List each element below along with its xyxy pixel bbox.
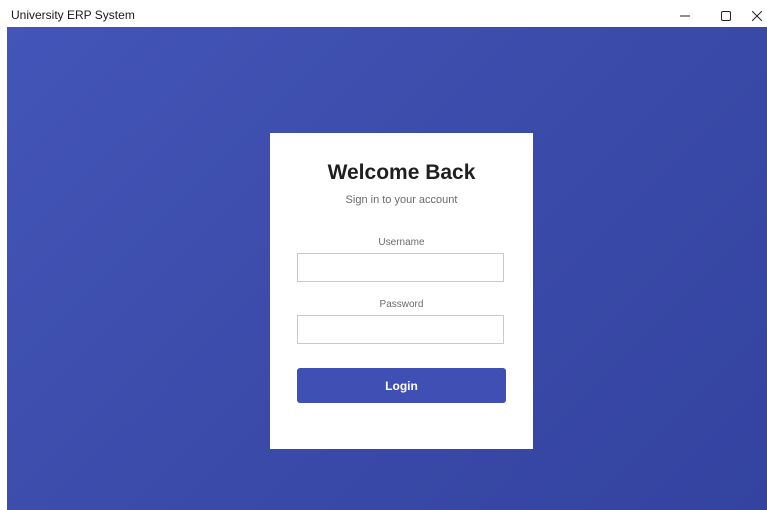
password-label: Password [379, 299, 424, 310]
window-title: University ERP System [11, 8, 135, 22]
login-heading: Welcome Back [327, 161, 476, 184]
password-input[interactable] [297, 315, 504, 344]
close-button[interactable] [747, 5, 767, 26]
login-subheading: Sign in to your account [345, 194, 458, 206]
title-bar[interactable]: University ERP System [7, 5, 767, 26]
maximize-button[interactable] [706, 5, 746, 26]
maximize-icon [721, 10, 731, 21]
login-card: Welcome Back Sign in to your account Use… [270, 133, 533, 449]
username-input[interactable] [297, 253, 504, 282]
minimize-button[interactable] [665, 5, 705, 26]
username-label: Username [378, 237, 425, 248]
minimize-icon [680, 11, 690, 21]
app-window: University ERP System Welcome Back Sign … [7, 5, 767, 510]
login-background: Welcome Back Sign in to your account Use… [7, 27, 767, 510]
login-button[interactable]: Login [297, 368, 506, 403]
close-icon [752, 10, 762, 21]
